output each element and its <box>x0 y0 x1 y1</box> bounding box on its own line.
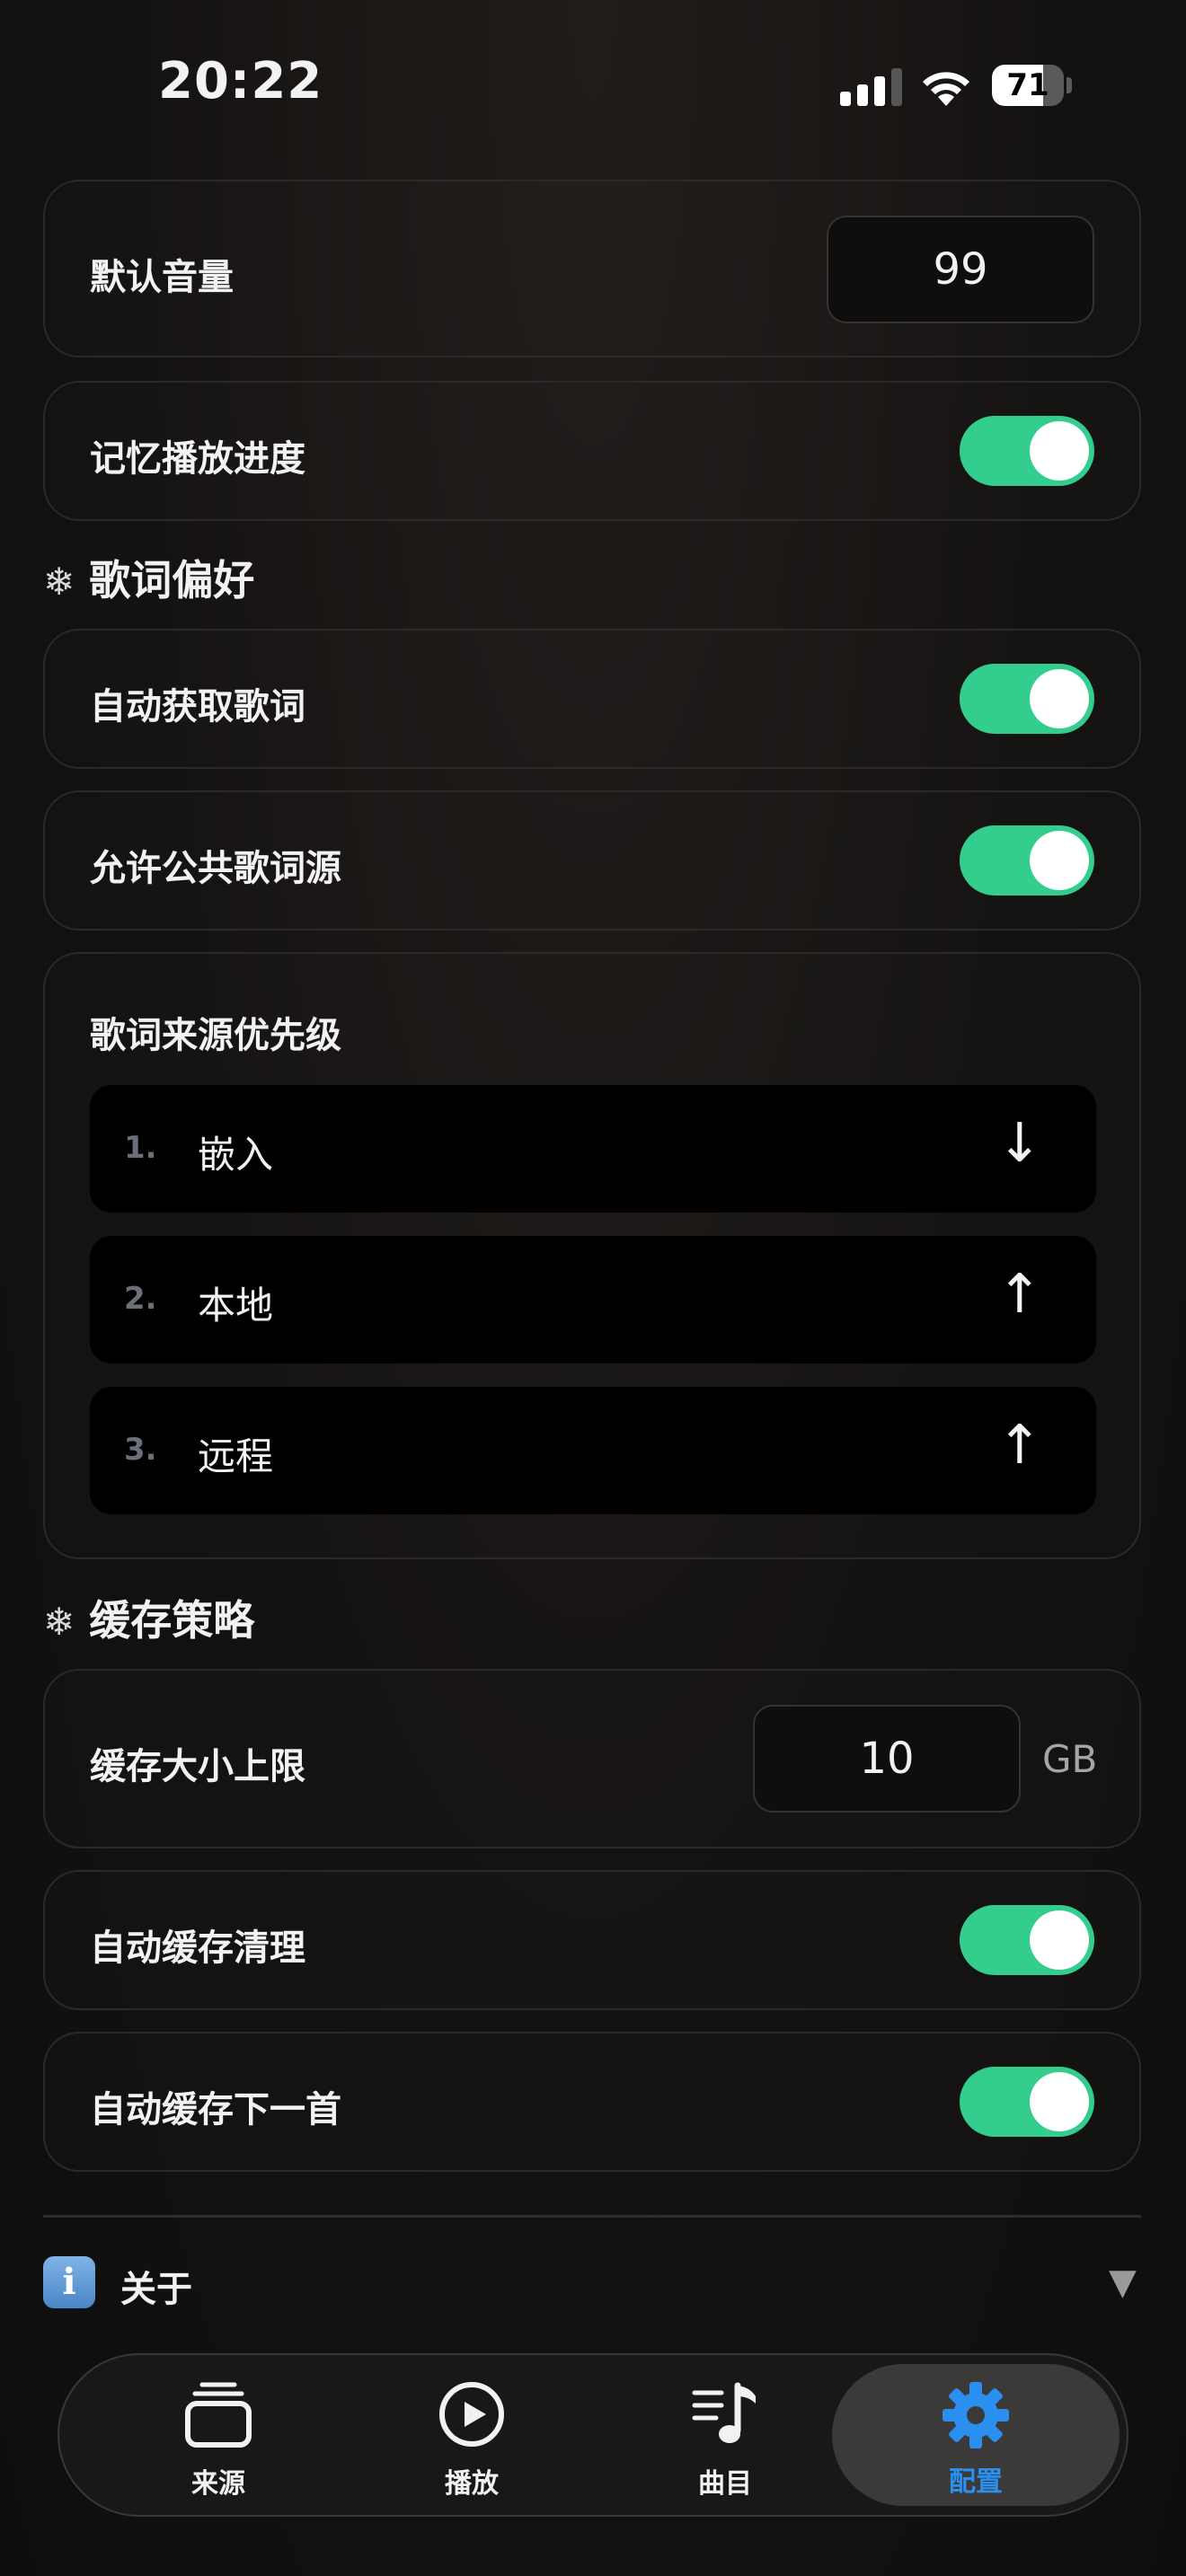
cache-section-title: ❄ 缓存策略 <box>43 1596 255 1645</box>
auto-fetch-lyrics-card: 自动获取歌词 <box>43 629 1141 769</box>
move-up-button[interactable]: ↑ <box>997 1263 1042 1326</box>
default-volume-input[interactable]: 99 <box>827 216 1094 323</box>
auto-cache-next-label: 自动缓存下一首 <box>90 2089 341 2130</box>
default-volume-card: 默认音量 99 <box>43 180 1141 357</box>
tab-sources[interactable]: 来源 <box>92 2355 345 2515</box>
divider <box>43 2215 1141 2218</box>
auto-cache-next-card: 自动缓存下一首 <box>43 2032 1141 2172</box>
priority-item-label: 嵌入 <box>198 1133 274 1177</box>
move-up-button[interactable]: ↑ <box>997 1414 1042 1477</box>
public-lyrics-source-label: 允许公共歌词源 <box>90 848 341 889</box>
tab-settings[interactable]: 配置 <box>832 2364 1120 2506</box>
priority-item-embedded: 1. 嵌入 ↓ <box>90 1085 1096 1213</box>
move-down-button[interactable]: ↓ <box>997 1112 1042 1175</box>
status-time: 20:22 <box>158 52 323 110</box>
public-lyrics-source-toggle[interactable] <box>960 825 1094 895</box>
remember-progress-card: 记忆播放进度 <box>43 381 1141 521</box>
gear-icon <box>943 2382 1009 2448</box>
priority-item-local: 2. 本地 ↑ <box>90 1236 1096 1363</box>
battery-icon: 71 <box>992 65 1072 106</box>
priority-item-remote: 3. 远程 ↑ <box>90 1387 1096 1514</box>
tab-label: 来源 <box>191 2468 245 2500</box>
snowflake-icon: ❄ <box>43 560 75 604</box>
priority-item-label: 本地 <box>198 1284 274 1328</box>
chevron-down-icon[interactable]: ▼ <box>1109 2262 1137 2303</box>
auto-cache-clean-card: 自动缓存清理 <box>43 1870 1141 2010</box>
lyrics-priority-card: 歌词来源优先级 1. 嵌入 ↓ 2. 本地 ↑ 3. 远程 ↑ <box>43 952 1141 1559</box>
play-circle-icon <box>439 2382 504 2447</box>
auto-fetch-lyrics-toggle[interactable] <box>960 664 1094 734</box>
remember-progress-toggle[interactable] <box>960 416 1094 486</box>
auto-cache-clean-toggle[interactable] <box>960 1905 1094 1975</box>
music-list-icon <box>692 2382 756 2443</box>
tab-bar: 来源 播放 曲目 配置 <box>58 2353 1128 2517</box>
cache-size-label: 缓存大小上限 <box>90 1746 305 1787</box>
cache-size-card: 缓存大小上限 10 GB <box>43 1669 1141 1848</box>
default-volume-label: 默认音量 <box>90 257 234 298</box>
tab-playback[interactable]: 播放 <box>345 2355 598 2515</box>
cache-size-unit: GB <box>1042 1737 1098 1781</box>
remember-progress-label: 记忆播放进度 <box>90 438 305 480</box>
auto-fetch-lyrics-label: 自动获取歌词 <box>90 686 305 728</box>
about-label[interactable]: 关于 <box>120 2260 192 2312</box>
cache-size-input[interactable]: 10 <box>753 1705 1021 1813</box>
lyrics-section-title: ❄ 歌词偏好 <box>43 556 255 604</box>
snowflake-icon: ❄ <box>43 1600 75 1644</box>
priority-item-label: 远程 <box>198 1434 274 1478</box>
tab-label: 配置 <box>949 2466 1003 2498</box>
battery-percent: 71 <box>1006 67 1049 103</box>
auto-cache-next-toggle[interactable] <box>960 2067 1094 2137</box>
public-lyrics-source-card: 允许公共歌词源 <box>43 790 1141 931</box>
wifi-icon <box>923 72 969 106</box>
auto-cache-clean-label: 自动缓存清理 <box>90 1928 305 1969</box>
stack-icon <box>185 2382 252 2448</box>
lyrics-priority-title: 歌词来源优先级 <box>90 1015 341 1056</box>
tab-label: 播放 <box>445 2468 499 2500</box>
tab-tracks[interactable]: 曲目 <box>598 2355 852 2515</box>
tab-label: 曲目 <box>698 2468 752 2500</box>
cellular-signal-icon <box>840 68 902 106</box>
info-icon: i <box>43 2256 95 2308</box>
